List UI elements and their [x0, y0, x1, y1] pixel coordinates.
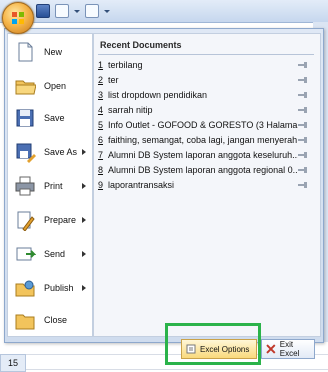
pin-icon[interactable]	[298, 122, 308, 128]
open-folder-icon	[15, 80, 36, 95]
menu-item-publish[interactable]: Publish	[10, 272, 90, 304]
printer-icon	[15, 176, 35, 196]
save-disk-icon	[16, 109, 34, 127]
quick-access-toolbar	[36, 4, 110, 18]
menu-item-close[interactable]: Close	[10, 304, 90, 336]
save-as-icon	[16, 143, 36, 163]
prepare-icon	[17, 211, 35, 231]
office-button[interactable]	[2, 2, 34, 34]
submenu-arrow-icon	[82, 149, 86, 155]
doc-number: 3	[98, 90, 104, 100]
menu-item-send[interactable]: Send	[10, 238, 90, 270]
office-menu: New Open Save Save As Print Prepare Send…	[4, 28, 324, 359]
office-logo-icon	[12, 12, 24, 24]
recent-doc-item[interactable]: 8 Alumni DB System laporan anggota regio…	[98, 163, 316, 177]
pin-icon[interactable]	[298, 92, 308, 98]
doc-name: sarrah nitip	[108, 105, 153, 115]
menu-item-print[interactable]: Print	[10, 170, 90, 202]
exit-excel-button[interactable]: Exit Excel	[261, 339, 315, 359]
send-icon	[16, 247, 36, 261]
pin-icon[interactable]	[298, 137, 308, 143]
recent-doc-item[interactable]: 9 laporantransaksi	[98, 178, 316, 192]
exit-excel-label: Exit Excel	[279, 340, 300, 358]
new-document-icon	[18, 42, 33, 62]
doc-name: ter	[108, 75, 119, 85]
recent-documents-title: Recent Documents	[100, 40, 182, 50]
doc-name: Alumni DB System laporan anggota regiona…	[108, 165, 298, 175]
recent-doc-item[interactable]: 4 sarrah nitip	[98, 103, 316, 117]
close-icon	[266, 344, 276, 354]
submenu-arrow-icon	[82, 251, 86, 257]
pin-icon[interactable]	[298, 77, 308, 83]
submenu-arrow-icon	[82, 183, 86, 189]
doc-name: Alumni DB System laporan anggota keselur…	[108, 150, 298, 160]
menu-commands: New Open Save Save As Print Prepare Send…	[7, 33, 93, 337]
doc-name: Info Outlet - GOFOOD & GORESTO (3 Halama…	[108, 120, 298, 130]
menu-item-save-as[interactable]: Save As	[10, 136, 90, 168]
pin-icon[interactable]	[298, 107, 308, 113]
recent-doc-item[interactable]: 6 faithing, semangat, coba lagi, jangan …	[98, 133, 316, 147]
row-header[interactable]: 15	[0, 354, 26, 372]
recent-doc-item[interactable]: 2 ter	[98, 73, 316, 87]
submenu-arrow-icon	[82, 217, 86, 223]
doc-name: laporantransaksi	[108, 180, 175, 190]
menu-item-prepare[interactable]: Prepare	[10, 204, 90, 236]
doc-number: 8	[98, 165, 104, 175]
doc-number: 5	[98, 120, 104, 130]
menu-item-label: Publish	[44, 283, 74, 293]
recent-documents-panel: Recent Documents 1 terbilang 2 ter 3 lis…	[93, 33, 321, 337]
recent-doc-item[interactable]: 7 Alumni DB System laporan anggota kesel…	[98, 148, 316, 162]
publish-icon	[15, 280, 35, 297]
menu-item-label: Save	[44, 113, 65, 123]
redo-icon[interactable]	[85, 4, 99, 18]
doc-number: 6	[98, 135, 104, 145]
menu-item-label: Save As	[44, 147, 78, 157]
menu-item-save[interactable]: Save	[10, 102, 90, 134]
menu-item-label: Close	[44, 315, 68, 325]
doc-number: 2	[98, 75, 104, 85]
save-icon[interactable]	[36, 4, 50, 18]
doc-number: 4	[98, 105, 104, 115]
title-bar	[0, 0, 328, 23]
doc-name: list dropdown pendidikan	[108, 90, 208, 100]
chevron-down-icon[interactable]	[104, 9, 110, 13]
pin-icon[interactable]	[298, 182, 308, 188]
recent-doc-item[interactable]: 1 terbilang	[98, 58, 316, 72]
close-folder-icon	[15, 314, 35, 330]
pin-icon[interactable]	[298, 62, 308, 68]
menu-item-label: New	[44, 47, 63, 57]
pin-icon[interactable]	[298, 167, 308, 173]
menu-item-label: Send	[44, 249, 66, 259]
recent-doc-item[interactable]: 3 list dropdown pendidikan	[98, 88, 316, 102]
highlight-box	[165, 323, 261, 365]
doc-name: faithing, semangat, coba lagi, jangan me…	[108, 135, 298, 145]
menu-item-label: Prepare	[44, 215, 77, 225]
pin-icon[interactable]	[298, 152, 308, 158]
menu-item-new[interactable]: New	[10, 36, 90, 68]
menu-item-open[interactable]: Open	[10, 70, 90, 102]
doc-number: 7	[98, 150, 104, 160]
undo-icon[interactable]	[55, 4, 69, 18]
submenu-arrow-icon	[82, 285, 86, 291]
chevron-down-icon[interactable]	[74, 9, 80, 13]
doc-number: 1	[98, 60, 104, 70]
menu-item-label: Print	[44, 181, 63, 191]
doc-name: terbilang	[108, 60, 143, 70]
divider	[98, 54, 314, 55]
menu-item-label: Open	[44, 81, 67, 91]
doc-number: 9	[98, 180, 104, 190]
recent-doc-item[interactable]: 5 Info Outlet - GOFOOD & GORESTO (3 Hala…	[98, 118, 316, 132]
